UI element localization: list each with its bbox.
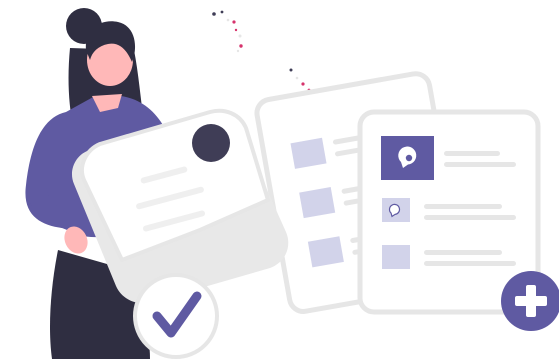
front-card-row-3-thumb	[382, 245, 410, 269]
pin-icon	[192, 124, 230, 162]
illustration-canvas	[25, 8, 559, 359]
back-card-row-2-thumb	[299, 187, 336, 219]
back-card-row-3-thumb	[307, 236, 344, 268]
back-card-row-1-thumb	[290, 137, 327, 169]
plus-circle-icon[interactable]	[501, 271, 559, 331]
empty-state-illustration	[0, 0, 559, 359]
confetti-top	[212, 10, 243, 53]
check-circle-icon[interactable]	[133, 273, 219, 359]
